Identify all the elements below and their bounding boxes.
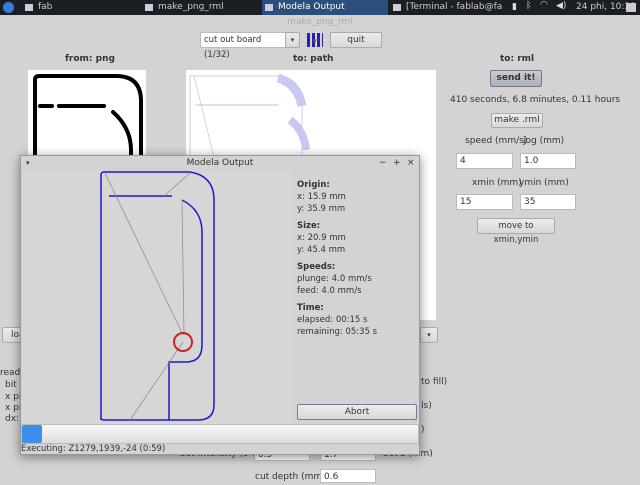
to-path-heading: to: path: [293, 54, 334, 64]
progress-bar: [21, 424, 419, 444]
remaining-time: remaining: 05:35 s: [297, 327, 378, 337]
outer-path: [100, 171, 215, 421]
jog-label: jog (mm): [523, 136, 565, 146]
task-modela-output[interactable]: Modela Output: [262, 0, 388, 15]
chevron-down-icon[interactable]: ▾: [285, 32, 300, 48]
task-label: [Terminal - fablab@fablab...: [406, 2, 502, 12]
job-info-panel: Origin: x: 15.9 mm y: 35.9 mm Size: x: 2…: [297, 174, 417, 338]
to-rml-heading: to: rml: [500, 54, 535, 64]
elapsed-time: elapsed: 00:15 s: [297, 315, 368, 325]
close-icon[interactable]: ×: [407, 156, 415, 171]
jog-input[interactable]: 1.0: [520, 153, 576, 169]
volume-icon[interactable]: ◀): [556, 1, 566, 11]
speed-input[interactable]: 4: [456, 153, 513, 169]
fab-logo-icon: [307, 33, 323, 47]
xmin-label: xmin (mm): [472, 178, 522, 188]
size-heading: Size:: [297, 221, 321, 231]
origin-y: y: 35.9 mm: [297, 204, 346, 214]
feed-speed: feed: 4.0 mm/s: [297, 286, 362, 296]
speeds-heading: Speeds:: [297, 262, 336, 272]
show-desktop-icon[interactable]: [626, 3, 636, 12]
size-x: x: 20.9 mm: [297, 233, 346, 243]
minimize-icon[interactable]: −: [379, 156, 387, 171]
modela-output-window: ▾ Modela Output − + × Origin: x: 15.9 mm…: [20, 155, 420, 455]
fill-label: to fill): [421, 377, 448, 387]
speed-label: speed (mm/s): [465, 136, 528, 146]
time-estimate: 410 seconds, 6.8 minutes, 0.11 hours: [450, 95, 621, 105]
toolpath-drawing: [100, 171, 215, 421]
status-text: Executing: Z1279,1939,-24 (0:59): [21, 444, 166, 454]
inner-path: [168, 199, 203, 420]
x-pixels-label-2: x pi: [5, 403, 22, 413]
maximize-icon[interactable]: +: [393, 156, 401, 171]
plunge-speed: plunge: 4.0 mm/s: [297, 274, 372, 284]
abort-button[interactable]: Abort: [297, 404, 417, 420]
origin-heading: Origin:: [297, 180, 330, 190]
wifi-icon[interactable]: ◠: [540, 0, 548, 10]
size-y: y: 45.4 mm: [297, 245, 346, 255]
xmin-input[interactable]: 15: [456, 194, 513, 210]
travel-moves: [104, 172, 191, 421]
partial-label: ): [421, 425, 425, 435]
x-pixels-label: x pi: [5, 392, 22, 402]
make-rml-button[interactable]: make .rml: [491, 113, 543, 128]
ymin-label: ymin (mm): [519, 178, 569, 188]
move-to-xmin-ymin-button[interactable]: move to xmin,ymin: [477, 218, 555, 245]
cut-depth-input[interactable]: 0.6: [320, 469, 376, 483]
time-heading: Time:: [297, 303, 324, 313]
task-label: Modela Output: [278, 2, 345, 12]
select-chevron-icon[interactable]: ▾: [420, 327, 438, 343]
tools-label: ls): [421, 401, 432, 411]
progress-fill: [22, 425, 42, 443]
dx-label: dx:: [5, 414, 20, 424]
ymin-input[interactable]: 35: [520, 194, 576, 210]
quit-button[interactable]: quit: [330, 32, 382, 48]
bluetooth-icon[interactable]: ᛒ: [526, 1, 531, 11]
task-terminal[interactable]: [Terminal - fablab@fablab...: [390, 0, 502, 15]
cut-depth-label: cut depth (mm): [255, 472, 326, 482]
send-it-button[interactable]: send it!: [490, 70, 542, 87]
battery-icon[interactable]: ▮: [512, 2, 517, 12]
origin-x: x: 15.9 mm: [297, 192, 346, 202]
